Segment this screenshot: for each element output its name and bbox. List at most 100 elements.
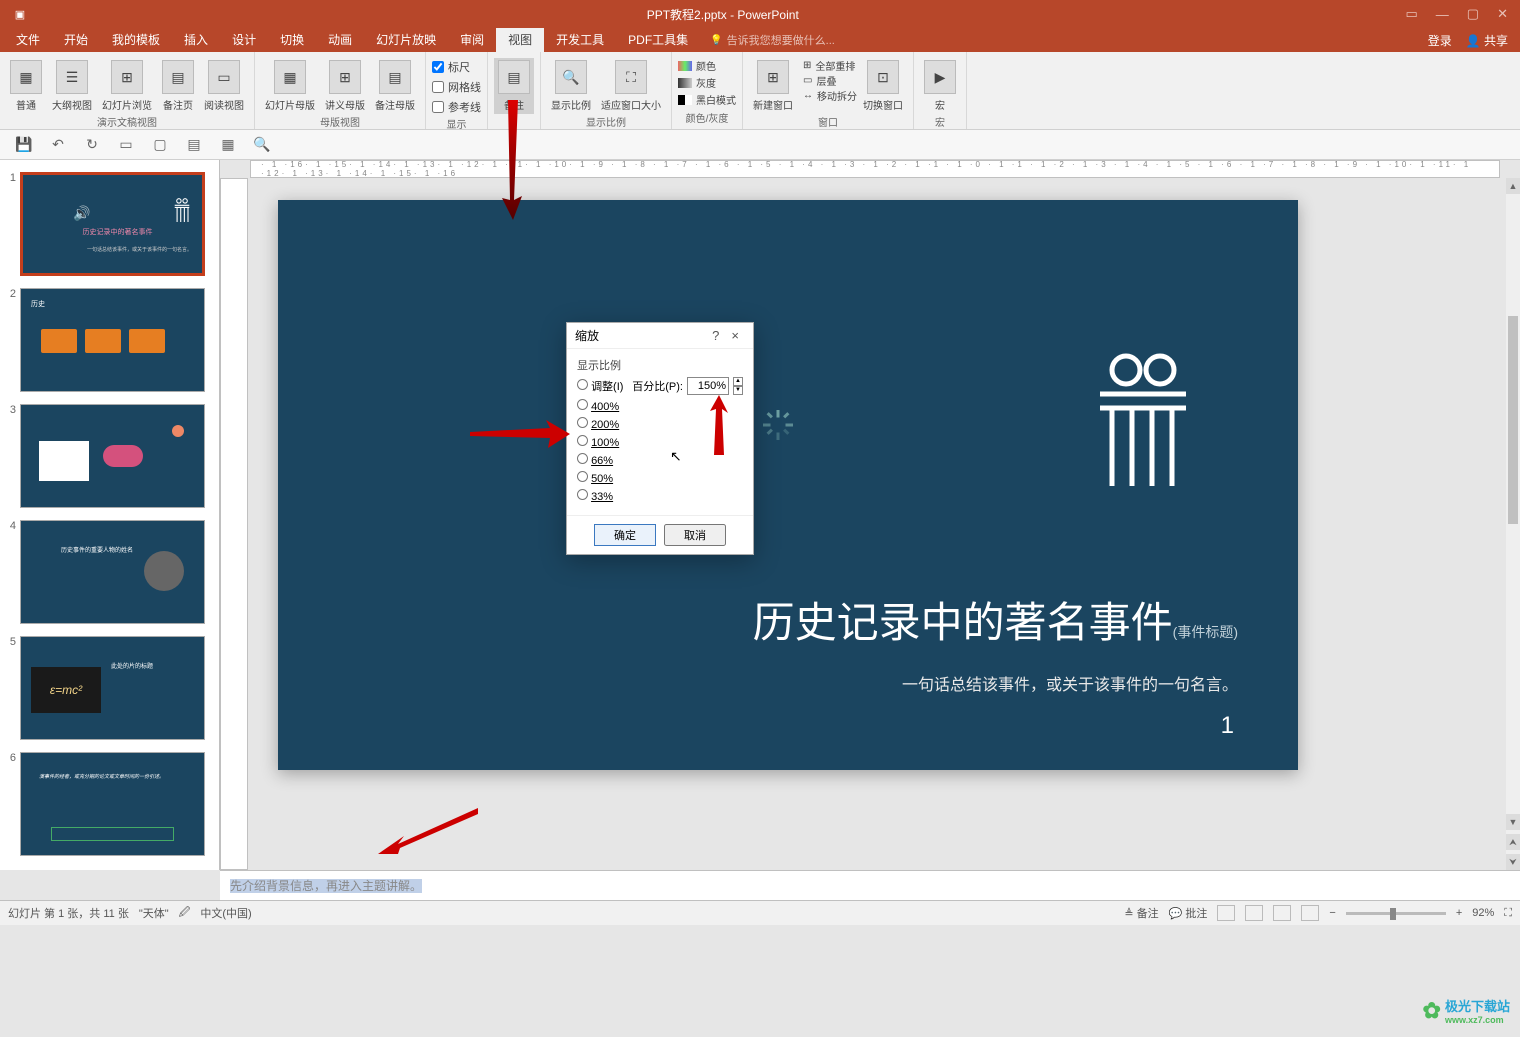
thumbnail-3[interactable] [20, 404, 205, 508]
zoom-fit-radio[interactable]: 调整(I) [577, 378, 623, 394]
tab-developer[interactable]: 开发工具 [544, 28, 616, 52]
zoom-button[interactable]: 🔍显示比例 [547, 58, 595, 114]
thumbnail-6[interactable]: 演事件的经者，或充分期的论文或文章时间的一份引述。 [20, 752, 205, 856]
scroll-thumb[interactable] [1508, 316, 1518, 524]
thumbnail-2[interactable]: 历史 [20, 288, 205, 392]
audio-icon: 🔊 [73, 205, 90, 222]
tab-file[interactable]: 文件 [4, 28, 52, 52]
notes-text[interactable]: 先介绍背景信息，再进入主题讲解。 [230, 879, 422, 893]
slide-thumbnails[interactable]: 1 🔊 历史记录中的著名事件 一句话总结该事件，或关于该事件的一句名言。 2 历… [0, 160, 220, 870]
thumbnail-5[interactable]: ε=mc² 此处的片的标题 [20, 636, 205, 740]
fit-to-window-icon[interactable]: ⛶ [1504, 907, 1512, 920]
color-button[interactable]: 颜色 [678, 58, 716, 73]
minimize-icon[interactable]: — [1436, 7, 1449, 22]
fit-window-button[interactable]: ⛶适应窗口大小 [597, 58, 665, 114]
zoom-in-icon[interactable]: + [1456, 907, 1462, 919]
qat-btn-3[interactable]: ▤ [184, 135, 204, 155]
thumbnail-1[interactable]: 🔊 历史记录中的著名事件 一句话总结该事件，或关于该事件的一句名言。 [20, 172, 205, 276]
notes-master-button[interactable]: ▤备注母版 [371, 58, 419, 114]
macros-button[interactable]: ▶宏 [920, 58, 960, 114]
ribbon-options-icon[interactable]: ▭ [1406, 6, 1418, 22]
thumbnail-4[interactable]: 历史事件的重要人物的姓名 [20, 520, 205, 624]
reading-view-button[interactable]: ▭阅读视图 [200, 58, 248, 114]
guides-checkbox[interactable]: 参考线 [432, 98, 481, 116]
window-title: PPT教程2.pptx - PowerPoint [40, 6, 1406, 23]
login-button[interactable]: 登录 [1428, 32, 1452, 49]
zoom-level[interactable]: 92% [1472, 907, 1494, 919]
reading-view-icon[interactable] [1273, 905, 1291, 921]
tab-view[interactable]: 视图 [496, 28, 544, 52]
scroll-up-icon[interactable]: ▲ [1506, 178, 1520, 194]
percent-label: 百分比(P): [632, 378, 683, 394]
slideshow-view-icon[interactable] [1301, 905, 1319, 921]
gridlines-checkbox[interactable]: 网格线 [432, 78, 481, 96]
outline-view-button[interactable]: ☰大纲视图 [48, 58, 96, 114]
notes-page-button[interactable]: ▤备注页 [158, 58, 198, 114]
next-slide-icon[interactable]: ⮟ [1506, 854, 1520, 870]
zoom-out-icon[interactable]: − [1329, 907, 1335, 919]
zoom-200-radio[interactable]: 200% [577, 417, 619, 431]
undo-icon[interactable]: ↶ [48, 135, 68, 155]
horizontal-ruler[interactable]: · 1 ·16· 1 ·15· 1 ·14· 1 ·13· 1 ·12· 1 ·… [250, 160, 1500, 178]
slide-master-button[interactable]: ▦幻灯片母版 [261, 58, 319, 114]
zoom-66-radio[interactable]: 66% [577, 453, 613, 467]
tellme-search[interactable]: 告诉我您想要做什么... [710, 32, 835, 48]
tab-transitions[interactable]: 切换 [268, 28, 316, 52]
normal-view-button[interactable]: ▦普通 [6, 58, 46, 114]
normal-view-icon[interactable] [1217, 905, 1235, 921]
tab-templates[interactable]: 我的模板 [100, 28, 172, 52]
dialog-help-icon[interactable]: ? [706, 328, 725, 343]
tab-animations[interactable]: 动画 [316, 28, 364, 52]
switch-windows-button[interactable]: ⊡切换窗口 [859, 58, 907, 114]
comments-status-button[interactable]: 💬 批注 [1169, 905, 1208, 921]
sorter-view-button[interactable]: ⊞幻灯片浏览 [98, 58, 156, 114]
tab-design[interactable]: 设计 [220, 28, 268, 52]
tab-insert[interactable]: 插入 [172, 28, 220, 52]
language-status[interactable]: 中文(中国) [200, 905, 251, 921]
percent-input[interactable] [687, 377, 729, 395]
share-button[interactable]: 👤 共享 [1466, 32, 1508, 49]
handout-master-button[interactable]: ⊞讲义母版 [321, 58, 369, 114]
tab-pdf[interactable]: PDF工具集 [616, 28, 700, 52]
maximize-icon[interactable]: ▢ [1467, 6, 1479, 22]
slide-canvas[interactable]: 历史记录中的著名事件(事件标题) 一句话总结该事件，或关于该事件的一句名言。 1 [278, 200, 1298, 770]
notes-toggle-button[interactable]: ▤备注 [494, 58, 534, 114]
save-icon[interactable]: 💾 [14, 135, 34, 155]
zoom-400-radio[interactable]: 400% [577, 399, 619, 413]
bw-button[interactable]: 黑白模式 [678, 92, 736, 107]
notes-pane[interactable]: 先介绍背景信息，再进入主题讲解。 [220, 870, 1520, 900]
qat-btn-1[interactable]: ▭ [116, 135, 136, 155]
ruler-checkbox[interactable]: 标尺 [432, 58, 470, 76]
qat-btn-4[interactable]: ▦ [218, 135, 238, 155]
percent-down-icon[interactable]: ▼ [733, 386, 743, 395]
redo-icon[interactable]: ↻ [82, 135, 102, 155]
dialog-close-icon[interactable]: × [725, 328, 745, 343]
scroll-down-icon[interactable]: ▼ [1506, 814, 1520, 830]
tab-home[interactable]: 开始 [52, 28, 100, 52]
greyscale-button[interactable]: 灰度 [678, 75, 716, 90]
cancel-button[interactable]: 取消 [664, 524, 726, 546]
move-split-button[interactable]: ↔ 移动拆分 [803, 88, 857, 103]
notes-status-button[interactable]: ≜ 备注 [1124, 905, 1158, 921]
ok-button[interactable]: 确定 [594, 524, 656, 546]
slide-quote[interactable]: 一句话总结该事件，或关于该事件的一句名言。 [902, 671, 1238, 695]
slide-title[interactable]: 历史记录中的著名事件(事件标题) [538, 589, 1238, 650]
sorter-view-icon[interactable] [1245, 905, 1263, 921]
qat-btn-5[interactable]: 🔍 [252, 135, 272, 155]
zoom-50-radio[interactable]: 50% [577, 471, 613, 485]
new-window-button[interactable]: ⊞新建窗口 [749, 58, 797, 114]
prev-slide-icon[interactable]: ⮝ [1506, 834, 1520, 850]
qat-btn-2[interactable]: ▢ [150, 135, 170, 155]
vertical-scrollbar[interactable]: ▲ ▼ ⮝ ⮟ [1506, 178, 1520, 870]
tab-slideshow[interactable]: 幻灯片放映 [364, 28, 448, 52]
percent-up-icon[interactable]: ▲ [733, 377, 743, 386]
cascade-button[interactable]: ▭ 层叠 [803, 73, 857, 88]
vertical-ruler[interactable] [220, 178, 248, 870]
tab-review[interactable]: 审阅 [448, 28, 496, 52]
zoom-slider[interactable] [1346, 912, 1446, 915]
zoom-33-radio[interactable]: 33% [577, 489, 613, 503]
spellcheck-icon[interactable]: 🖉 [179, 904, 191, 923]
arrange-all-button[interactable]: ⊞ 全部重排 [803, 58, 857, 73]
close-icon[interactable]: ✕ [1497, 6, 1508, 22]
zoom-100-radio[interactable]: 100% [577, 435, 619, 449]
